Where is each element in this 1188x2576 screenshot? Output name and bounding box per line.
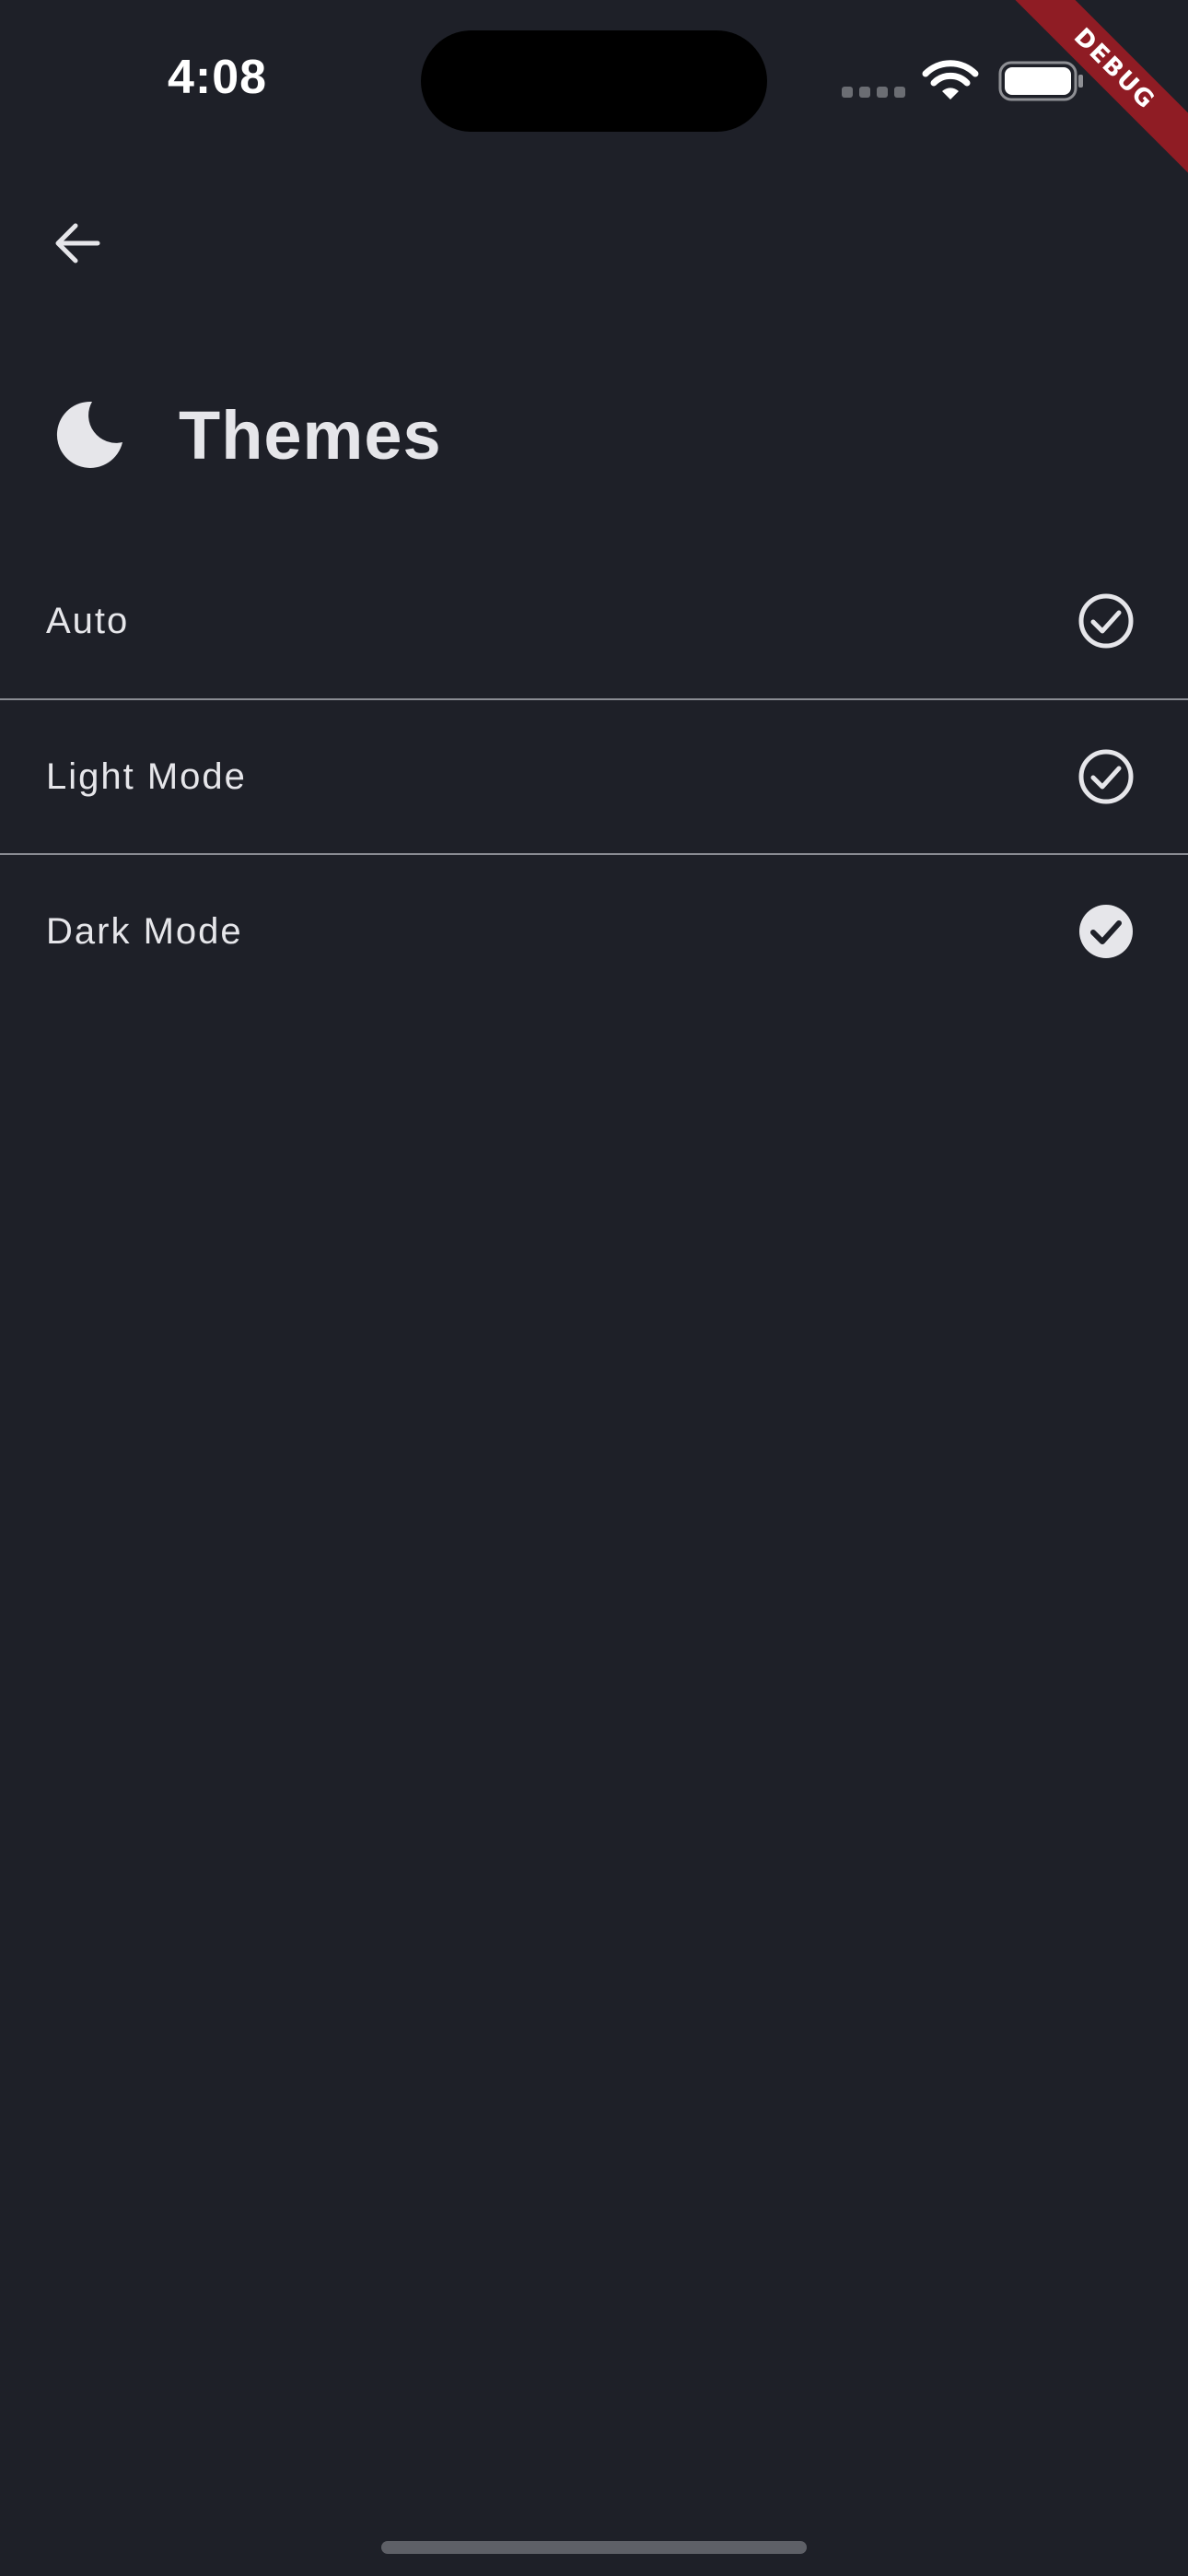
theme-option-dark-mode[interactable]: Dark Mode bbox=[0, 853, 1188, 1008]
theme-option-label: Light Mode bbox=[46, 755, 247, 797]
check-circle-outline-icon bbox=[1078, 593, 1134, 649]
dynamic-island bbox=[421, 30, 767, 132]
back-button[interactable] bbox=[39, 205, 116, 282]
arrow-left-icon bbox=[55, 223, 100, 263]
signal-dots-icon bbox=[842, 87, 905, 98]
theme-option-light-mode[interactable]: Light Mode bbox=[0, 698, 1188, 853]
moon-icon bbox=[56, 401, 122, 468]
wifi-icon bbox=[922, 60, 979, 100]
status-time: 4:08 bbox=[168, 51, 268, 104]
debug-ribbon-label: DEBUG bbox=[1007, 0, 1188, 176]
check-circle-filled-icon bbox=[1079, 905, 1133, 958]
check-circle-outline-icon bbox=[1078, 749, 1134, 804]
page-header: Themes bbox=[52, 380, 442, 490]
home-indicator[interactable] bbox=[381, 2541, 807, 2554]
debug-banner: DEBUG bbox=[1004, 0, 1188, 184]
theme-list: Auto Light Mode Dark Mode bbox=[0, 544, 1188, 1008]
theme-option-label: Auto bbox=[46, 600, 130, 641]
theme-option-auto[interactable]: Auto bbox=[0, 544, 1188, 698]
theme-option-label: Dark Mode bbox=[46, 910, 243, 952]
page-title: Themes bbox=[179, 396, 442, 474]
